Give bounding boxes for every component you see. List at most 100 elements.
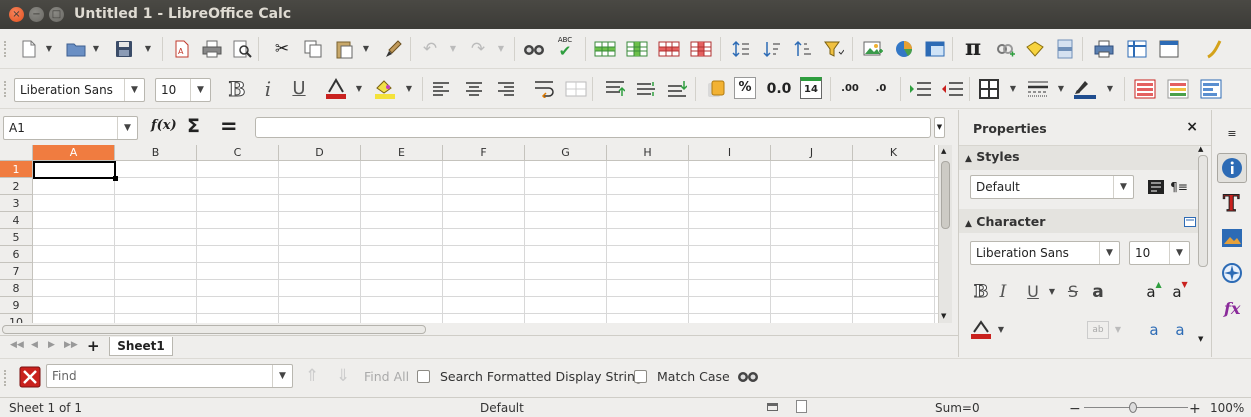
redo-dropdown[interactable]: ▼: [497, 37, 505, 61]
row-header[interactable]: 7: [0, 263, 33, 280]
conditional-format-icon[interactable]: [1133, 77, 1157, 101]
autofilter-icon[interactable]: [822, 37, 846, 61]
merge-cells-icon[interactable]: [564, 77, 588, 101]
chevron-down-icon[interactable]: ▼: [1169, 242, 1189, 264]
sum-button[interactable]: Σ: [187, 115, 200, 137]
chevron-down-icon[interactable]: ▼: [190, 79, 210, 101]
background-color-icon[interactable]: [373, 77, 397, 101]
row-header[interactable]: 5: [0, 229, 33, 246]
chevron-down-icon[interactable]: ▼: [1113, 176, 1133, 198]
headers-footers-icon[interactable]: [1053, 37, 1077, 61]
row-header[interactable]: 8: [0, 280, 33, 297]
chevron-down-icon[interactable]: ▼: [272, 365, 292, 387]
scroll-down-arrow[interactable]: ▼: [941, 312, 946, 320]
number-format-button[interactable]: 0.0: [765, 77, 793, 101]
column-header[interactable]: F: [443, 145, 525, 161]
maximize-window-button[interactable]: □: [49, 7, 64, 22]
minimize-window-button[interactable]: −: [29, 7, 44, 22]
spreadsheet-grid[interactable]: A B C D E F G H I J K 1 2 3 4 5 6 7 8 9 10: [0, 145, 938, 323]
row-header[interactable]: 3: [0, 195, 33, 212]
active-cell-cursor[interactable]: [33, 161, 118, 181]
column-header[interactable]: B: [115, 145, 197, 161]
sheet-position[interactable]: Sheet 1 of 1: [9, 401, 82, 415]
subscript-button[interactable]: a: [1168, 318, 1192, 342]
strikethrough-button[interactable]: S: [1061, 280, 1085, 304]
sort-ascending-icon[interactable]: [791, 37, 815, 61]
underline-dropdown[interactable]: ▼: [1048, 280, 1056, 304]
horizontal-scrollbar[interactable]: [0, 323, 952, 335]
show-draw-functions-icon[interactable]: [1202, 37, 1226, 61]
redo-icon[interactable]: ↷: [466, 37, 490, 61]
delete-decimal-button[interactable]: .0: [869, 77, 893, 101]
border-style-icon[interactable]: [1026, 77, 1050, 101]
new-style-icon[interactable]: [1144, 175, 1168, 199]
borders-dropdown[interactable]: ▼: [1009, 77, 1017, 101]
character-section-title[interactable]: ▲ Character: [965, 214, 1045, 229]
scroll-down-arrow[interactable]: ▼: [1198, 335, 1203, 343]
properties-deck-button[interactable]: [1217, 153, 1247, 183]
new-document-icon[interactable]: [17, 37, 41, 61]
toolbar-grip[interactable]: [4, 41, 8, 57]
undo-dropdown[interactable]: ▼: [449, 37, 457, 61]
insert-chart-icon[interactable]: [892, 37, 916, 61]
underline-button[interactable]: U: [287, 77, 311, 101]
paste-dropdown[interactable]: ▼: [362, 37, 370, 61]
column-header[interactable]: I: [689, 145, 771, 161]
row-header[interactable]: 4: [0, 212, 33, 229]
sort-descending-icon[interactable]: [760, 37, 784, 61]
font-color-icon[interactable]: [324, 77, 348, 101]
special-character-icon[interactable]: π: [961, 36, 985, 60]
column-header[interactable]: C: [197, 145, 279, 161]
sidebar-font-name-box[interactable]: Liberation Sans ▼: [970, 241, 1120, 265]
bold-button[interactable]: B: [225, 77, 249, 102]
spelling-icon[interactable]: ABC ✔: [553, 35, 577, 59]
sidebar-font-size-box[interactable]: 10 ▼: [1129, 241, 1190, 265]
vertical-scroll-thumb[interactable]: [941, 161, 950, 229]
clone-formatting-icon[interactable]: [381, 37, 405, 61]
comment-icon[interactable]: [1023, 37, 1047, 61]
sidebar-scroll-thumb[interactable]: [1198, 155, 1208, 267]
align-left-icon[interactable]: [429, 77, 453, 101]
align-right-icon[interactable]: [494, 77, 518, 101]
style-select[interactable]: Default ▼: [970, 175, 1134, 199]
row-header[interactable]: 10: [0, 314, 33, 323]
export-pdf-icon[interactable]: A: [170, 37, 194, 61]
save-dropdown[interactable]: ▼: [144, 37, 152, 61]
align-top-icon[interactable]: [603, 77, 627, 101]
next-sheet-icon[interactable]: ▶: [48, 340, 55, 350]
superscript-button[interactable]: a: [1142, 318, 1166, 342]
horizontal-scroll-thumb[interactable]: [2, 325, 426, 334]
zoom-level[interactable]: 100%: [1210, 401, 1244, 415]
add-sheet-button[interactable]: +: [87, 337, 100, 355]
border-color-icon[interactable]: [1073, 77, 1097, 101]
column-header[interactable]: J: [771, 145, 853, 161]
currency-format-icon[interactable]: [704, 77, 728, 101]
undo-icon[interactable]: ↶: [418, 37, 442, 61]
toolbar-grip[interactable]: [4, 81, 8, 97]
chevron-down-icon[interactable]: ▼: [1099, 242, 1119, 264]
define-print-area-icon[interactable]: [1092, 37, 1116, 61]
first-sheet-icon[interactable]: ◀◀: [10, 340, 24, 350]
insert-rows-icon[interactable]: [593, 37, 617, 61]
cut-icon[interactable]: ✂: [270, 37, 294, 61]
row-header[interactable]: 2: [0, 178, 33, 195]
add-decimal-button[interactable]: .00: [836, 77, 864, 101]
paste-icon[interactable]: [332, 37, 356, 61]
name-box[interactable]: A1 ▼: [3, 116, 138, 140]
sort-icon[interactable]: [729, 37, 753, 61]
vertical-scrollbar[interactable]: ▲ ▼: [938, 145, 952, 323]
sidebar-bold-button[interactable]: B: [969, 280, 993, 304]
column-header[interactable]: D: [279, 145, 361, 161]
font-size-box[interactable]: 10 ▼: [155, 78, 211, 102]
center-vertically-icon[interactable]: [634, 77, 658, 101]
search-formatted-checkbox[interactable]: [417, 370, 430, 383]
delete-columns-icon[interactable]: [689, 37, 713, 61]
gallery-deck-button[interactable]: [1217, 223, 1247, 253]
select-all-corner[interactable]: [0, 145, 33, 161]
decrease-indent-icon[interactable]: [940, 77, 964, 101]
italic-button[interactable]: i: [256, 77, 280, 101]
close-find-bar-button[interactable]: [18, 365, 42, 389]
color-scale-icon[interactable]: [1166, 77, 1190, 101]
hyperlink-icon[interactable]: [993, 37, 1017, 61]
previous-sheet-icon[interactable]: ◀: [31, 340, 38, 350]
